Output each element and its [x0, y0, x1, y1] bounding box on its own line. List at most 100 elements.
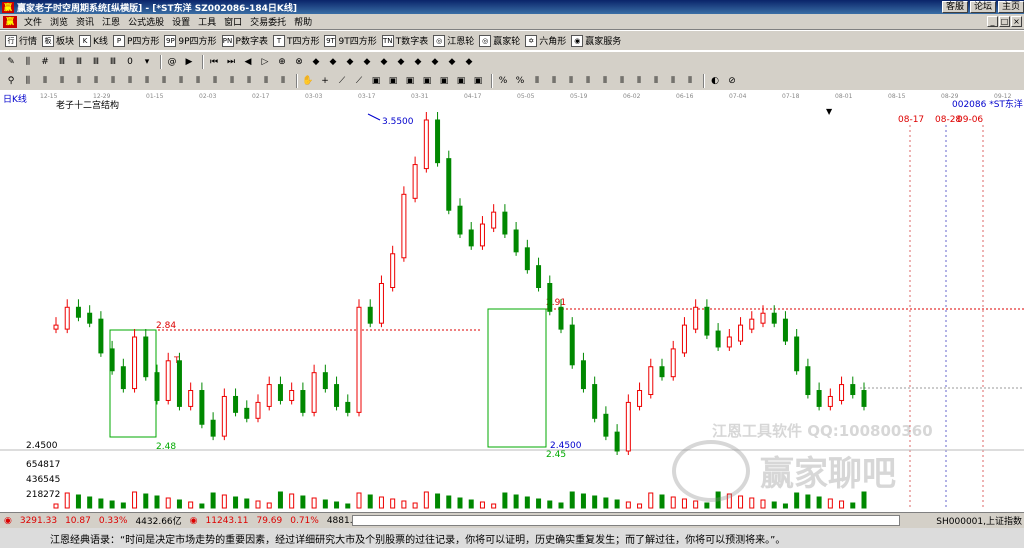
- box-icon[interactable]: ▣: [454, 74, 468, 88]
- last-icon[interactable]: ⏭: [224, 55, 238, 69]
- box-icon[interactable]: ▣: [369, 74, 383, 88]
- bars-icon[interactable]: Ⅲ: [89, 55, 103, 69]
- toolbar-9p-square-button[interactable]: 9P 9P四方形: [164, 34, 217, 47]
- cycle-icon[interactable]: ⫴: [140, 74, 154, 88]
- fan-icon[interactable]: ⟋: [335, 74, 349, 88]
- cycle-icon[interactable]: ⫴: [72, 74, 86, 88]
- percent-icon[interactable]: %: [496, 74, 510, 88]
- box-icon[interactable]: ▣: [403, 74, 417, 88]
- customer-service-button[interactable]: 客服: [941, 1, 968, 13]
- menu-info[interactable]: 资讯: [72, 15, 98, 28]
- box-icon[interactable]: ▣: [386, 74, 400, 88]
- pen-icon[interactable]: ✎: [4, 55, 18, 69]
- cycle-icon[interactable]: ⫴: [632, 74, 646, 88]
- toolbar-9t-square-button[interactable]: 9T 9T四方形: [324, 34, 377, 47]
- cycle-icon[interactable]: ⫴: [106, 74, 120, 88]
- diamond-icon[interactable]: ◆: [394, 55, 408, 69]
- toolbar-p-number-button[interactable]: PN P数字表: [221, 34, 268, 47]
- menu-help[interactable]: 帮助: [290, 15, 316, 28]
- toolbar-hexagon-button[interactable]: ✡ 六角形: [525, 34, 566, 47]
- toolbar-t-square-button[interactable]: T T四方形: [272, 34, 319, 47]
- chart-canvas[interactable]: 12-15 12-29 01-15 02-03 02-17 03-03 03-17 03-31…: [0, 90, 1024, 510]
- dropdown-arrow-icon[interactable]: ▾: [140, 55, 154, 69]
- diamond-icon[interactable]: ◆: [326, 55, 340, 69]
- menu-tools[interactable]: 工具: [194, 15, 220, 28]
- fan-icon[interactable]: ⟋: [352, 74, 366, 88]
- cycle-icon[interactable]: ⫴: [547, 74, 561, 88]
- cycle-icon[interactable]: ⫴: [225, 74, 239, 88]
- cycle-icon[interactable]: ⫴: [157, 74, 171, 88]
- cycle-icon[interactable]: ⫴: [276, 74, 290, 88]
- bars-icon[interactable]: Ⅲ: [72, 55, 86, 69]
- minimize-button[interactable]: _: [987, 16, 998, 27]
- diamond-icon[interactable]: ◆: [309, 55, 323, 69]
- toolbar-p-square-button[interactable]: P P四方形: [112, 34, 159, 47]
- menu-settings[interactable]: 设置: [168, 15, 194, 28]
- cycle-icon[interactable]: ⫴: [89, 74, 103, 88]
- diamond-icon[interactable]: ◆: [411, 55, 425, 69]
- cycle-icon[interactable]: ⫴: [649, 74, 663, 88]
- target-icon[interactable]: ⊗: [292, 55, 306, 69]
- menu-window[interactable]: 窗口: [220, 15, 246, 28]
- color-wheel-icon[interactable]: ◐: [708, 74, 722, 88]
- cycle-icon[interactable]: ⫴: [683, 74, 697, 88]
- diamond-icon[interactable]: ◆: [428, 55, 442, 69]
- right-icon[interactable]: ▷: [258, 55, 272, 69]
- cycle-icon[interactable]: ⫴: [123, 74, 137, 88]
- cycle-icon[interactable]: ⫴: [191, 74, 205, 88]
- hand-icon[interactable]: ✋: [301, 74, 315, 88]
- cycle-icon[interactable]: ⫴: [242, 74, 256, 88]
- box-icon[interactable]: ▣: [420, 74, 434, 88]
- toolbar-gann-wheel-button[interactable]: ◎ 江恩轮: [433, 34, 474, 47]
- menu-trade[interactable]: 交易委托: [246, 15, 290, 28]
- horizontal-scrollbar[interactable]: [352, 515, 900, 526]
- bars-icon[interactable]: Ⅲ: [55, 55, 69, 69]
- menu-file[interactable]: 文件: [20, 15, 46, 28]
- homepage-button[interactable]: 主页: [997, 1, 1024, 13]
- toolbar-quotes-button[interactable]: 行行情: [5, 34, 37, 47]
- menu-formula[interactable]: 公式选股: [124, 15, 168, 28]
- delete-icon[interactable]: ⊘: [725, 74, 739, 88]
- kline-chart[interactable]: 12-15 12-29 01-15 02-03 02-17 03-03 03-17 03-31…: [0, 90, 1024, 510]
- cycle-icon[interactable]: ⫴: [666, 74, 680, 88]
- restore-button[interactable]: □: [999, 16, 1010, 27]
- spiral-icon[interactable]: @: [165, 55, 179, 69]
- vline-icon[interactable]: ⫼: [21, 74, 35, 88]
- box-icon[interactable]: ▣: [437, 74, 451, 88]
- menu-browse[interactable]: 浏览: [46, 15, 72, 28]
- diamond-icon[interactable]: ◆: [360, 55, 374, 69]
- toolbar-sector-button[interactable]: 板板块: [42, 34, 74, 47]
- diamond-icon[interactable]: ◆: [343, 55, 357, 69]
- cycle-icon[interactable]: ⫴: [208, 74, 222, 88]
- pin-icon[interactable]: ⚲: [4, 74, 18, 88]
- vertical-lines-icon[interactable]: ⫼: [21, 55, 35, 69]
- cycle-icon[interactable]: ⫴: [581, 74, 595, 88]
- toolbar-t-number-button[interactable]: TN T数字表: [381, 34, 428, 47]
- toolbar-winner-wheel-button[interactable]: ◎ 赢家轮: [479, 34, 520, 47]
- cycle-icon[interactable]: ⫴: [174, 74, 188, 88]
- cross-icon[interactable]: +: [318, 74, 332, 88]
- flag-icon[interactable]: ▶: [182, 55, 196, 69]
- current-index-label[interactable]: SH000001,上证指数: [936, 514, 1022, 527]
- close-button[interactable]: ×: [1011, 16, 1022, 27]
- diamond-icon[interactable]: ◆: [445, 55, 459, 69]
- menu-gann[interactable]: 江恩: [98, 15, 124, 28]
- grid-icon[interactable]: #: [38, 55, 52, 69]
- cycle-icon[interactable]: ⫴: [259, 74, 273, 88]
- cycle-icon[interactable]: ⫴: [615, 74, 629, 88]
- first-icon[interactable]: ⏮: [207, 55, 221, 69]
- cycle-icon[interactable]: ⫴: [598, 74, 612, 88]
- cycle-icon[interactable]: ⫴: [38, 74, 52, 88]
- target-icon[interactable]: ⊕: [275, 55, 289, 69]
- left-icon[interactable]: ◀: [241, 55, 255, 69]
- forum-button[interactable]: 论坛: [969, 1, 996, 13]
- toolbar-kline-button[interactable]: K K线: [79, 34, 108, 47]
- bars-icon[interactable]: Ⅲ: [106, 55, 120, 69]
- cycle-icon[interactable]: ⫴: [530, 74, 544, 88]
- diamond-icon[interactable]: ◆: [462, 55, 476, 69]
- cycle-icon[interactable]: ⫴: [564, 74, 578, 88]
- box-icon[interactable]: ▣: [471, 74, 485, 88]
- zero-icon[interactable]: 0: [123, 55, 137, 69]
- cycle-icon[interactable]: ⫴: [55, 74, 69, 88]
- percent-icon[interactable]: %: [513, 74, 527, 88]
